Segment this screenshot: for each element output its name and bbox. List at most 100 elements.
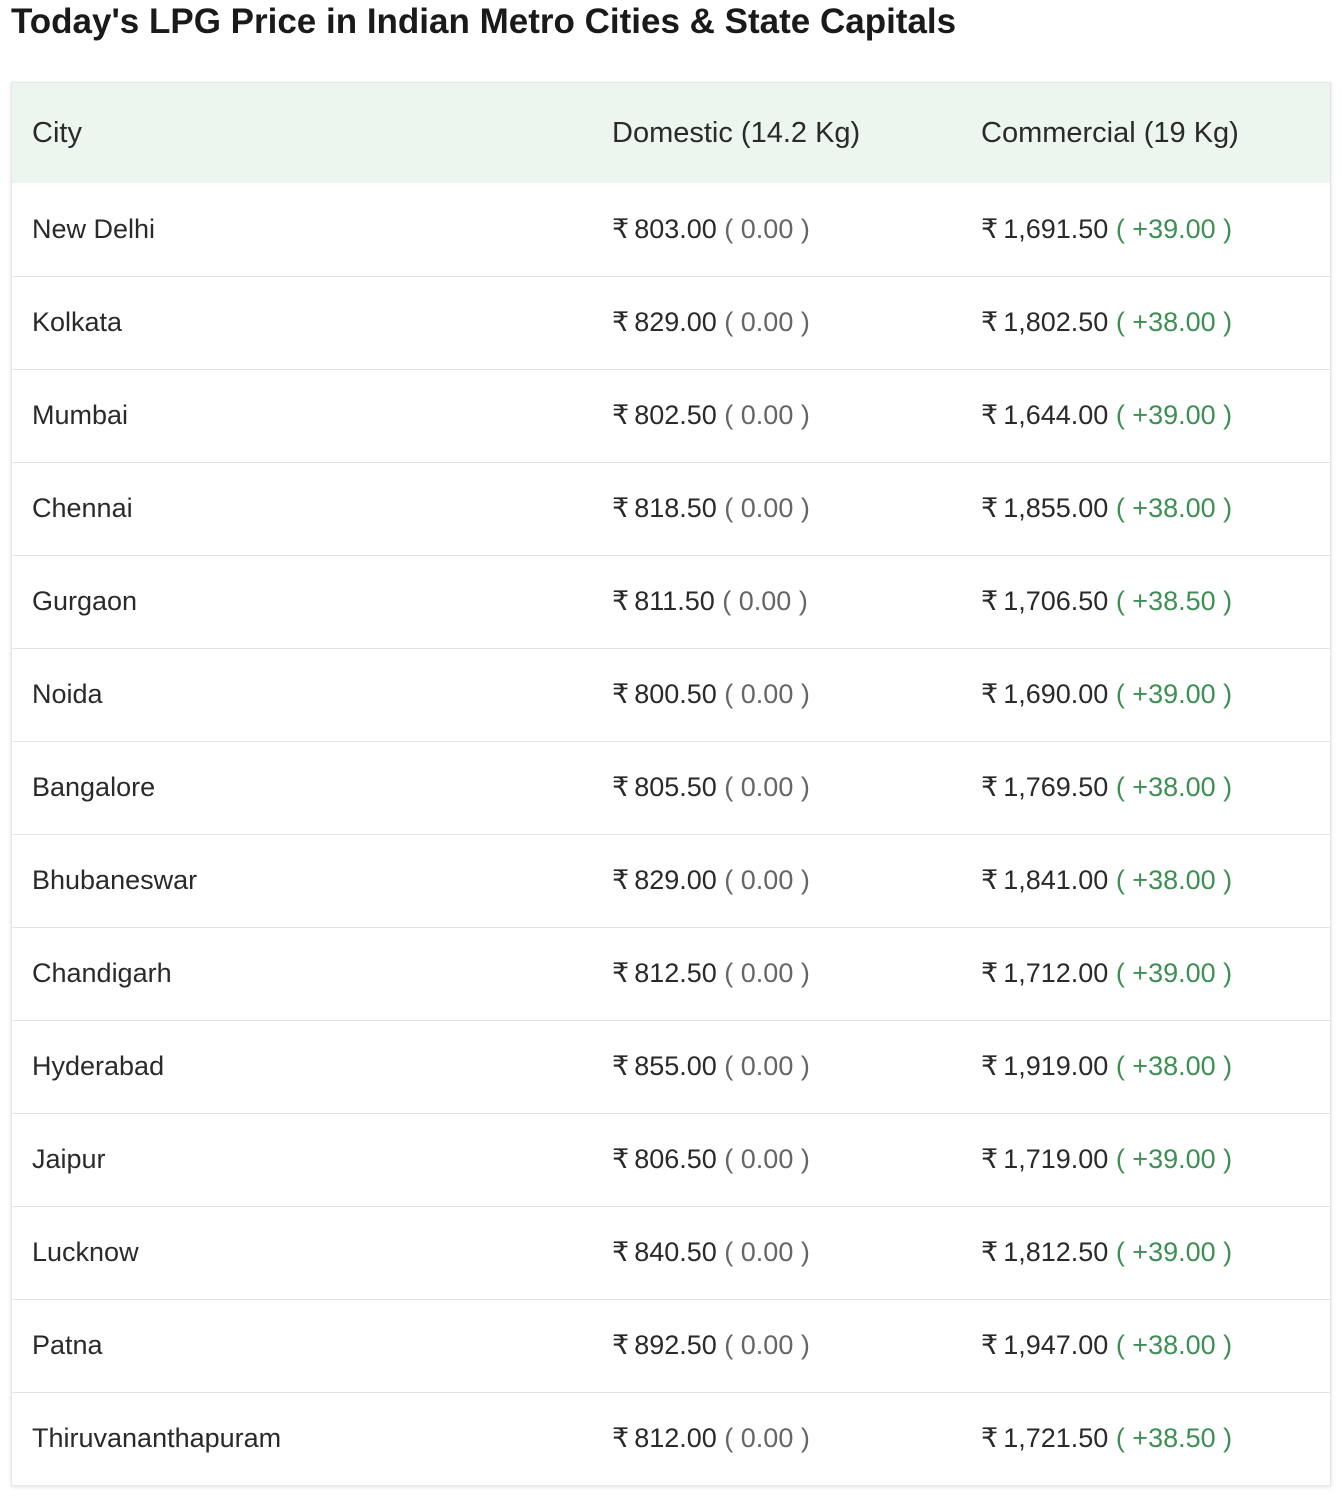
cell-domestic: ₹802.50 ( 0.00 ) (592, 369, 961, 462)
table-row: Gurgaon ₹811.50 ( 0.00 ) ₹1,706.50 ( +38.5… (12, 555, 1330, 648)
column-header-city: City (32, 116, 82, 149)
rupee-symbol: ₹ (612, 1330, 630, 1360)
cell-city: Jaipur (32, 1144, 106, 1174)
domestic-price-change: ( 0.00 ) (724, 307, 810, 337)
cell-domestic: ₹829.00 ( 0.00 ) (592, 276, 961, 369)
commercial-price: 1,721.50 (1003, 1423, 1109, 1454)
domestic-price: 812.00 (634, 1423, 717, 1454)
rupee-symbol: ₹ (981, 1144, 999, 1174)
table-row: Lucknow ₹840.50 ( 0.00 ) ₹1,812.50 ( +39.0… (12, 1206, 1330, 1299)
commercial-price-change: ( +39.00 ) (1115, 1237, 1233, 1267)
cell-commercial: ₹1,802.50 ( +38.00 ) (961, 276, 1330, 369)
table-row: Noida ₹800.50 ( 0.00 ) ₹1,690.00 ( +39.00 … (12, 648, 1330, 741)
column-header-commercial: Commercial (19 Kg) (981, 116, 1239, 149)
cell-domestic: ₹892.50 ( 0.00 ) (592, 1299, 961, 1392)
commercial-price: 1,691.50 (1003, 213, 1109, 244)
rupee-symbol: ₹ (612, 1423, 630, 1454)
rupee-symbol: ₹ (981, 1330, 999, 1360)
rupee-symbol: ₹ (981, 400, 999, 430)
cell-commercial: ₹1,812.50 ( +39.00 ) (961, 1206, 1330, 1299)
rupee-symbol: ₹ (612, 1051, 630, 1081)
domestic-price: 840.50 (634, 1237, 717, 1267)
commercial-price-change: ( +39.00 ) (1115, 679, 1233, 709)
rupee-symbol: ₹ (612, 1237, 630, 1267)
domestic-price: 812.50 (634, 958, 717, 988)
domestic-price-change: ( 0.00 ) (724, 772, 810, 802)
table-row: New Delhi ₹803.00 ( 0.00 ) ₹1,691.50 ( +39… (12, 183, 1330, 276)
rupee-symbol: ₹ (981, 586, 999, 616)
cell-domestic: ₹855.00 ( 0.00 ) (592, 1020, 961, 1113)
cell-domestic: ₹840.50 ( 0.00 ) (592, 1206, 961, 1299)
cell-domestic: ₹806.50 ( 0.00 ) (592, 1113, 961, 1206)
table-row: Kolkata ₹829.00 ( 0.00 ) ₹1,802.50 ( +38.0… (12, 276, 1330, 369)
cell-commercial: ₹1,721.50 ( +38.50 ) (961, 1392, 1330, 1485)
commercial-price-change: ( +38.00 ) (1115, 493, 1233, 523)
rupee-symbol: ₹ (981, 307, 999, 337)
domestic-price-change: ( 0.00 ) (724, 958, 810, 988)
domestic-price: 892.50 (634, 1330, 717, 1360)
cell-domestic: ₹812.00 ( 0.00 ) (592, 1392, 961, 1485)
domestic-price: 800.50 (634, 679, 717, 709)
commercial-price-change: ( +38.00 ) (1115, 772, 1233, 802)
cell-city: Kolkata (32, 307, 123, 337)
rupee-symbol: ₹ (612, 493, 630, 523)
cell-commercial: ₹1,919.00 ( +38.00 ) (961, 1020, 1330, 1113)
cell-city: Lucknow (32, 1237, 139, 1267)
rupee-symbol: ₹ (981, 772, 999, 802)
rupee-symbol: ₹ (612, 772, 630, 802)
cell-commercial: ₹1,712.00 ( +39.00 ) (961, 927, 1330, 1020)
cell-domestic: ₹812.50 ( 0.00 ) (592, 927, 961, 1020)
cell-commercial: ₹1,947.00 ( +38.00 ) (961, 1299, 1330, 1392)
cell-commercial: ₹1,691.50 ( +39.00 ) (961, 183, 1330, 276)
rupee-symbol: ₹ (981, 958, 999, 988)
cell-domestic: ₹818.50 ( 0.00 ) (592, 462, 961, 555)
commercial-price: 1,690.00 (1003, 679, 1109, 709)
domestic-price: 803.00 (634, 213, 717, 244)
commercial-price-change: ( +38.00 ) (1115, 307, 1233, 337)
commercial-price-change: ( +39.00 ) (1115, 213, 1233, 244)
domestic-price-change: ( 0.00 ) (724, 1423, 810, 1454)
cell-commercial: ₹1,706.50 ( +38.50 ) (961, 555, 1330, 648)
table-row: Patna ₹892.50 ( 0.00 ) ₹1,947.00 ( +38.00 … (12, 1299, 1330, 1392)
table-row: Hyderabad ₹855.00 ( 0.00 ) ₹1,919.00 ( +38… (12, 1020, 1330, 1113)
cell-domestic: ₹803.00 ( 0.00 ) (592, 183, 961, 276)
domestic-price-change: ( 0.00 ) (724, 1330, 810, 1360)
cell-city: New Delhi (32, 213, 156, 244)
domestic-price: 805.50 (634, 772, 717, 802)
commercial-price: 1,712.00 (1003, 958, 1109, 988)
table-row: Thiruvananthapuram ₹812.00 ( 0.00 ) ₹1,721… (12, 1392, 1330, 1485)
rupee-symbol: ₹ (981, 1051, 999, 1081)
cell-commercial: ₹1,841.00 ( +38.00 ) (961, 834, 1330, 927)
cell-commercial: ₹1,719.00 ( +39.00 ) (961, 1113, 1330, 1206)
domestic-price: 806.50 (634, 1144, 717, 1174)
table-header: City Domestic (14.2 Kg) Commercial (19 K… (12, 83, 1330, 183)
cell-city: Bangalore (32, 772, 156, 802)
cell-domestic: ₹829.00 ( 0.00 ) (592, 834, 961, 927)
table-row: Chennai ₹818.50 ( 0.00 ) ₹1,855.00 ( +38.0… (12, 462, 1330, 555)
cell-city: Chandigarh (32, 958, 172, 988)
domestic-price: 811.50 (634, 586, 715, 616)
cell-city: Gurgaon (32, 586, 138, 616)
commercial-price: 1,719.00 (1003, 1144, 1109, 1174)
domestic-price-change: ( 0.00 ) (724, 1144, 810, 1174)
domestic-price: 802.50 (634, 400, 717, 430)
commercial-price-change: ( +39.00 ) (1115, 958, 1233, 988)
cell-commercial: ₹1,644.00 ( +39.00 ) (961, 369, 1330, 462)
rupee-symbol: ₹ (612, 958, 630, 988)
rupee-symbol: ₹ (612, 400, 630, 430)
table-row: Mumbai ₹802.50 ( 0.00 ) ₹1,644.00 ( +39.00… (12, 369, 1330, 462)
domestic-price: 818.50 (634, 493, 717, 523)
commercial-price-change: ( +38.00 ) (1115, 1330, 1233, 1360)
cell-domestic: ₹811.50 ( 0.00 ) (592, 555, 961, 648)
cell-city: Noida (32, 679, 103, 709)
cell-city: Bhubaneswar (32, 865, 198, 895)
cell-domestic: ₹800.50 ( 0.00 ) (592, 648, 961, 741)
domestic-price-change: ( 0.00 ) (722, 586, 808, 616)
rupee-symbol: ₹ (612, 307, 630, 337)
cell-city: Hyderabad (32, 1051, 165, 1081)
domestic-price-change: ( 0.00 ) (724, 679, 810, 709)
rupee-symbol: ₹ (612, 213, 630, 244)
domestic-price-change: ( 0.00 ) (724, 400, 810, 430)
rupee-symbol: ₹ (612, 679, 630, 709)
table-row: Bhubaneswar ₹829.00 ( 0.00 ) ₹1,841.00 ( +… (12, 834, 1330, 927)
